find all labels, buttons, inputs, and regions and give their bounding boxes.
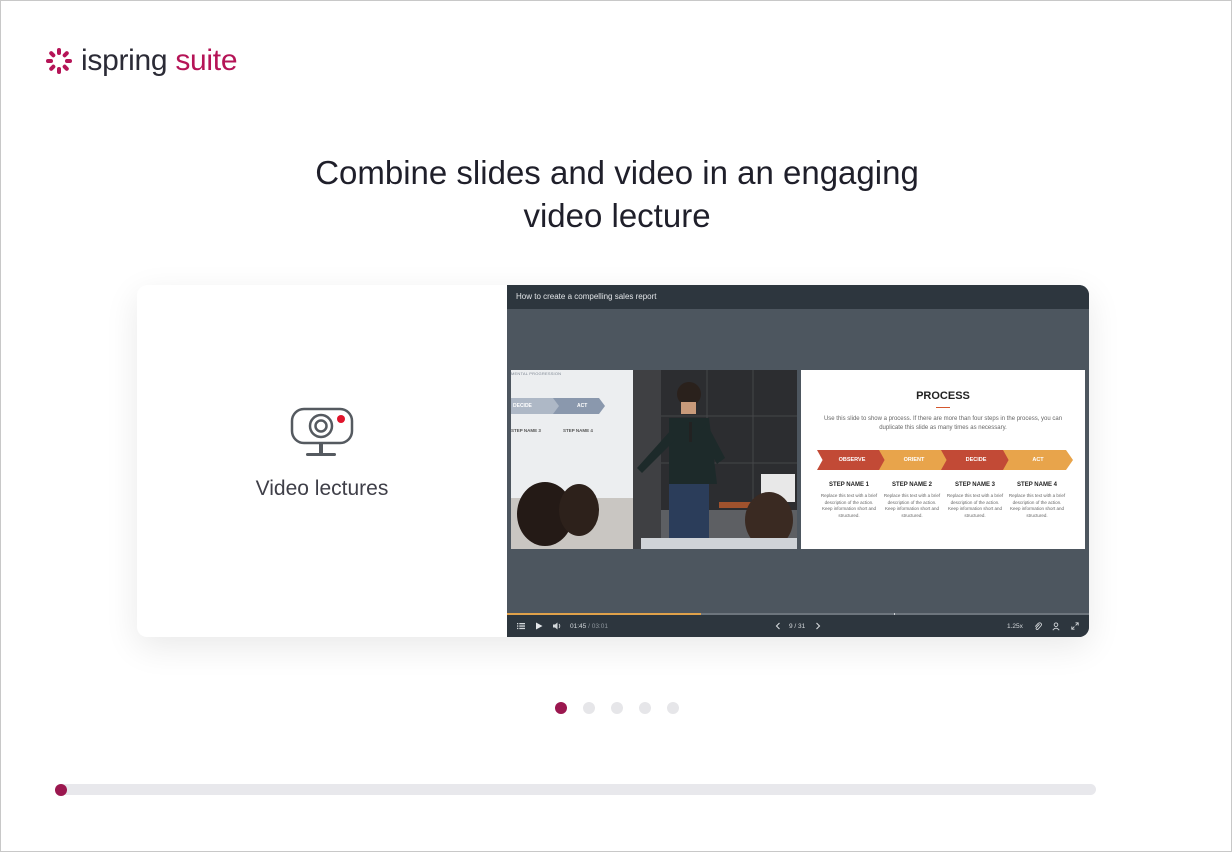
total-time: 03:01 xyxy=(591,622,608,630)
process-step-2: STEP NAME 2 Replace this text with a bri… xyxy=(882,482,942,519)
next-icon xyxy=(816,622,821,630)
next-slide-button[interactable] xyxy=(815,615,821,637)
process-arrows: OBSERVE ORIENT DECIDE ACT xyxy=(817,450,1073,472)
headline-line-1: Combine slides and video in an engaging xyxy=(315,154,919,191)
carousel-dot[interactable] xyxy=(639,702,651,714)
time-display: 01:45 / 03:01 xyxy=(570,615,608,637)
fullscreen-button[interactable] xyxy=(1071,615,1079,637)
whiteboard-step-3: STEP NAME 3 xyxy=(511,428,541,433)
logo-wordmark: ispring suite xyxy=(81,43,238,79)
step-name: STEP NAME 4 xyxy=(1017,482,1057,488)
ispring-logo[interactable]: ispring suite xyxy=(45,43,238,79)
step-name: STEP NAME 2 xyxy=(892,482,932,488)
prev-slide-button[interactable] xyxy=(775,615,781,637)
step-text: Replace this text with a brief descripti… xyxy=(820,493,878,518)
headline-line-2: video lecture xyxy=(523,197,711,234)
process-arrow-orient: ORIENT xyxy=(879,450,949,470)
course-progress-bar[interactable] xyxy=(55,784,1096,796)
menu-button[interactable] xyxy=(517,615,525,637)
menu-icon xyxy=(517,623,525,630)
step-name: STEP NAME 3 xyxy=(955,482,995,488)
playback-speed-button[interactable]: 1.25x xyxy=(1007,615,1023,637)
process-step-3: STEP NAME 3 Replace this text with a bri… xyxy=(945,482,1005,519)
step-text: Replace this text with a brief descripti… xyxy=(883,493,941,518)
presenter-video-scene xyxy=(511,370,797,549)
page-headline: Combine slides and video in an engaging … xyxy=(1,151,1232,237)
ispring-flower-icon xyxy=(46,48,72,74)
carousel-pagination xyxy=(555,702,679,714)
presenter-video[interactable]: MENTAL PROGRESSION DECIDE ACT STEP NAME … xyxy=(511,370,797,549)
logo-word-ispring: ispring xyxy=(81,44,168,77)
volume-button[interactable] xyxy=(553,615,562,637)
carousel-dot[interactable] xyxy=(667,702,679,714)
whiteboard-heading: MENTAL PROGRESSION xyxy=(511,371,562,376)
whiteboard-chevron-act: ACT xyxy=(577,403,588,409)
process-arrow-act: ACT xyxy=(1003,450,1073,470)
current-time: 01:45 xyxy=(570,622,587,630)
feature-card-info: Video lectures xyxy=(137,285,507,637)
step-text: Replace this text with a brief descripti… xyxy=(1008,493,1066,518)
player-title: How to create a compelling sales report xyxy=(507,285,1089,309)
process-arrow-observe: OBSERVE xyxy=(817,450,887,470)
volume-icon xyxy=(553,622,561,630)
play-button[interactable] xyxy=(535,615,543,637)
play-icon xyxy=(536,622,543,630)
video-lecture-player[interactable]: How to create a compelling sales report xyxy=(507,285,1089,637)
attachments-button[interactable] xyxy=(1034,615,1042,637)
webcam-icon xyxy=(290,407,354,456)
feature-label: Video lectures xyxy=(255,477,389,500)
fullscreen-icon xyxy=(1071,622,1079,630)
process-arrow-decide: DECIDE xyxy=(941,450,1011,470)
carousel-dot[interactable] xyxy=(611,702,623,714)
slide-title: PROCESS xyxy=(916,390,970,402)
logo-word-suite: suite xyxy=(175,44,238,77)
presenter-icon xyxy=(1052,621,1060,630)
course-progress-knob[interactable] xyxy=(55,784,67,796)
prev-icon xyxy=(775,622,780,630)
presenter-info-button[interactable] xyxy=(1052,615,1060,637)
slide-description: Use this slide to show a process. If the… xyxy=(823,416,1063,431)
process-step-4: STEP NAME 4 Replace this text with a bri… xyxy=(1007,482,1067,519)
player-controls: 01:45 / 03:01 9 / 31 1.25x xyxy=(507,615,1089,637)
attachment-icon xyxy=(1034,621,1042,630)
step-text: Replace this text with a brief descripti… xyxy=(946,493,1004,518)
whiteboard-step-4: STEP NAME 4 xyxy=(563,428,593,433)
step-name: STEP NAME 1 xyxy=(829,482,869,488)
slide-title-underline xyxy=(936,407,950,408)
whiteboard-chevron-decide: DECIDE xyxy=(513,403,532,409)
process-step-1: STEP NAME 1 Replace this text with a bri… xyxy=(819,482,879,519)
feature-card: Video lectures How to create a compellin… xyxy=(137,285,1089,637)
carousel-dot[interactable] xyxy=(555,702,567,714)
slide-counter: 9 / 31 xyxy=(789,622,806,630)
slide-preview[interactable]: PROCESS Use this slide to show a process… xyxy=(801,370,1085,549)
carousel-dot[interactable] xyxy=(583,702,595,714)
